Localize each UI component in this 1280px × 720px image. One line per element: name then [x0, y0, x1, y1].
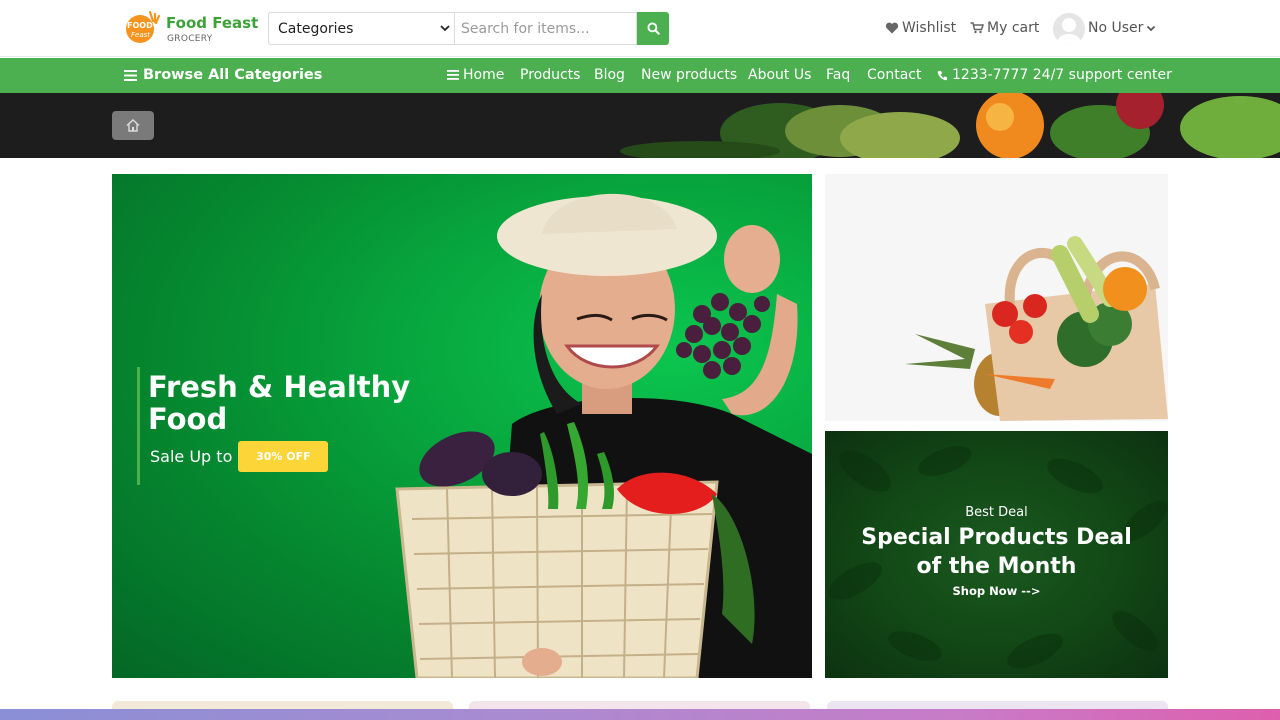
- user-avatar[interactable]: [1053, 13, 1085, 45]
- main-nav: Browse All Categories Home Products Blog…: [0, 58, 1280, 93]
- hero-banner[interactable]: Fresh & Healthy Food Sale Up to 30% OFF: [112, 174, 812, 678]
- cart-icon: [970, 22, 984, 34]
- top-header: FOOD Feast Food Feast GROCERY Categories…: [0, 0, 1280, 57]
- search-input[interactable]: [454, 12, 637, 45]
- deal-title: Special Products Deal of the Month: [825, 523, 1168, 581]
- monthly-deal-promo[interactable]: Best Deal Special Products Deal of the M…: [825, 431, 1168, 678]
- category-select-value: Categories: [278, 20, 354, 37]
- hero-text-block: Fresh & Healthy Food Sale Up to 30% OFF: [137, 367, 427, 485]
- wishlist-label: Wishlist: [902, 20, 957, 36]
- hero-sale-text: Sale Up to: [150, 447, 233, 466]
- hero-title: Fresh & Healthy Food: [148, 370, 411, 436]
- brand-logo[interactable]: FOOD Feast Food Feast GROCERY: [124, 8, 274, 48]
- category-select[interactable]: Categories: [268, 12, 454, 45]
- browse-categories-label: Browse All Categories: [143, 67, 323, 83]
- deal-title-line-2: of the Month: [916, 554, 1077, 579]
- cart-link[interactable]: My cart: [970, 20, 1039, 36]
- menu-icon: [124, 69, 137, 81]
- browse-categories-button[interactable]: Browse All Categories: [124, 67, 322, 83]
- chevron-down-icon: [440, 25, 450, 32]
- wishlist-link[interactable]: Wishlist: [885, 20, 956, 36]
- support-phone[interactable]: 1233-7777 24/7 support center: [937, 67, 1172, 83]
- nav-about-us[interactable]: About Us: [748, 67, 811, 83]
- vegetables-banner-image: [0, 93, 1280, 158]
- nav-faq[interactable]: Faq: [826, 67, 850, 83]
- grocery-bag-image: [825, 174, 1168, 421]
- logo-mark-text: FOOD: [127, 21, 153, 30]
- chevron-down-icon: [1147, 25, 1156, 32]
- search-icon: [646, 22, 660, 35]
- menu-icon: [447, 70, 459, 80]
- deal-kicker: Best Deal: [965, 505, 1028, 520]
- cart-label: My cart: [987, 20, 1040, 36]
- logo-mark-subtext: Feast: [131, 31, 150, 39]
- brand-subtitle: GROCERY: [167, 34, 213, 44]
- nav-blog[interactable]: Blog: [594, 67, 625, 83]
- phone-icon: [937, 70, 948, 80]
- user-name: No User: [1088, 20, 1144, 36]
- nav-new-products[interactable]: New products: [641, 67, 737, 83]
- breadcrumb-banner: [0, 93, 1280, 158]
- nav-home[interactable]: Home: [447, 67, 504, 83]
- grocery-bag-promo[interactable]: [825, 174, 1168, 421]
- brand-name: Food Feast: [166, 14, 259, 32]
- bottom-gradient-bar: [0, 709, 1280, 720]
- discount-badge[interactable]: 30% OFF: [238, 441, 329, 472]
- user-menu[interactable]: No User: [1088, 20, 1156, 36]
- breadcrumb-home-button[interactable]: [112, 111, 154, 140]
- home-icon: [126, 119, 140, 132]
- support-phone-label: 1233-7777 24/7 support center: [952, 67, 1172, 83]
- shop-now-link[interactable]: Shop Now -->: [825, 584, 1168, 598]
- nav-home-label: Home: [463, 67, 505, 83]
- hero-sale-line: Sale Up to 30% OFF: [150, 441, 329, 472]
- search-button[interactable]: [637, 12, 669, 45]
- nav-products[interactable]: Products: [520, 67, 580, 83]
- logo-mark-icon: FOOD Feast: [126, 10, 161, 43]
- heart-icon: [885, 22, 899, 34]
- deal-title-line-1: Special Products Deal: [861, 525, 1132, 550]
- user-icon: [1057, 18, 1081, 45]
- nav-contact[interactable]: Contact: [867, 67, 921, 83]
